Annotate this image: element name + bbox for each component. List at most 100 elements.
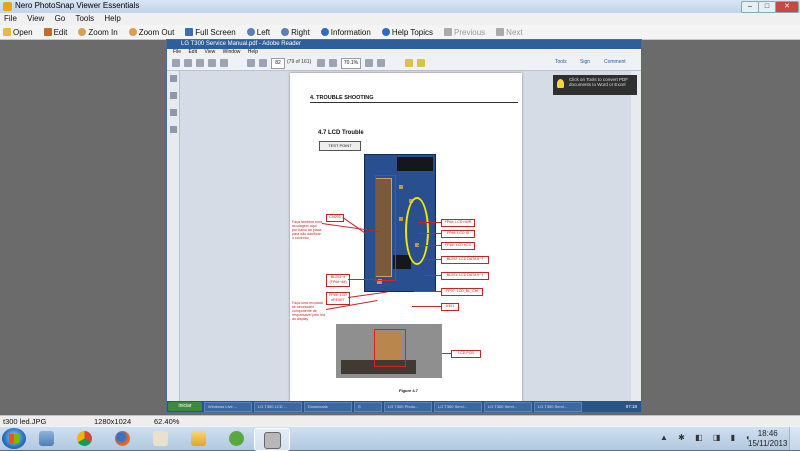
taskbar-app-photosnap[interactable] <box>254 428 290 451</box>
callout-fp-nreset: FP##: LCD nRESET <box>326 292 350 305</box>
zoom-in-button[interactable]: Zoom In <box>75 28 118 37</box>
reader-open-icon <box>172 59 180 67</box>
reader-menu-view: View <box>204 49 216 55</box>
callout-bl203: BL203~4 (FP##~##) <box>326 274 350 287</box>
photo-task: S <box>354 401 382 412</box>
taskbar-app-chrome[interactable] <box>68 428 102 449</box>
reader-toolbar: 82 (79 of 161) 70.1% Tools Sign Comment <box>167 56 641 71</box>
reader-fit-width-icon <box>377 59 385 67</box>
magnifier-minus-icon <box>128 28 137 36</box>
reader-navigation-pane <box>167 71 180 401</box>
edit-icon <box>43 28 52 36</box>
reader-page-count: (79 of 161) <box>287 59 312 65</box>
pdf-heading: 4. TROUBLE SHOOTING <box>310 95 374 101</box>
windows-taskbar: ▲ ✱ ◧ ◨ ▮ ◖ 18:46 15/11/2013 <box>0 426 800 451</box>
reader-menu-help: Help <box>247 49 259 55</box>
reader-zoom-box: 70.1% <box>341 58 361 69</box>
reader-sign-icon <box>417 59 425 67</box>
leader-line <box>424 275 441 276</box>
reader-save-icon <box>220 59 228 67</box>
firefox-icon <box>115 431 130 446</box>
reader-print-icon <box>196 59 204 67</box>
arrow-left-icon <box>444 28 453 36</box>
menu-tools[interactable]: Tools <box>71 13 98 24</box>
status-dimensions: 1280x1024 <box>94 417 132 426</box>
reader-tools-link: Tools <box>555 59 567 65</box>
connector-highlight-box <box>375 175 396 281</box>
zoom-out-button[interactable]: Zoom Out <box>126 28 174 37</box>
reader-menu: File Edit View Window Help <box>167 49 641 56</box>
full-screen-button[interactable]: Full Screen <box>182 27 236 37</box>
window-title: Nero PhotoSnap Viewer Essentials <box>15 1 140 10</box>
help-topics-button[interactable]: Help Topics <box>379 28 433 37</box>
leader-line <box>414 291 441 292</box>
rotate-left-button[interactable]: Left <box>244 28 270 37</box>
pdf-heading-rule <box>310 102 518 103</box>
taskbar-app-explorer[interactable] <box>182 428 216 449</box>
edit-button[interactable]: Edit <box>41 28 67 37</box>
menu-go[interactable]: Go <box>51 13 70 24</box>
pages-icon <box>169 75 177 82</box>
system-tray[interactable]: ▲ ✱ ◧ ◨ ▮ ◖ <box>660 433 754 442</box>
taskbar-app-utorrent[interactable] <box>220 428 254 449</box>
note-reglue-connector: Faça também uma recolagem aqui por baixo… <box>292 220 322 240</box>
callout-fp07: FP07: LCD_BL_Ctrl <box>441 288 483 296</box>
callout-fp-ncs: FP##: LCD nCS <box>441 242 475 250</box>
rotate-left-icon <box>246 28 255 36</box>
nero-app-icon <box>3 2 12 11</box>
rotate-right-icon <box>281 28 290 36</box>
clock-date: 15/11/2013 <box>748 439 788 448</box>
information-button[interactable]: Information <box>318 28 371 37</box>
close-button[interactable]: ✕ <box>775 1 799 13</box>
leader-line <box>424 259 441 260</box>
media-icon <box>153 431 168 446</box>
callout-lcd-pcb: LCD PCB <box>451 350 481 358</box>
reader-screenshot: LG T300 Service Manual.pdf - Adobe Reade… <box>166 39 642 430</box>
photo-task: LG T300 Photo... <box>384 401 432 412</box>
taskbar-clock[interactable]: 18:46 15/11/2013 <box>748 429 787 449</box>
menu-view[interactable]: View <box>23 13 48 24</box>
callout-u301: U301 <box>441 303 459 311</box>
open-label: Open <box>13 27 33 37</box>
photo-task: Downloads <box>304 401 352 412</box>
reader-create-icon <box>184 59 192 67</box>
leader-line <box>418 233 441 234</box>
test-point-label: TEST POINT <box>319 141 361 151</box>
photo-start-button: iniciar <box>168 402 202 411</box>
board-pad <box>399 217 403 221</box>
reader-menu-file: File <box>173 49 182 55</box>
taskbar-app-control-panel[interactable] <box>30 428 64 449</box>
information-label: Information <box>330 27 371 37</box>
folder-open-icon <box>3 28 11 36</box>
pdf-subheading: 4.7 LCD Trouble <box>318 130 364 136</box>
taskbar-app-media[interactable] <box>144 428 178 449</box>
show-desktop-button[interactable] <box>789 427 800 450</box>
next-button[interactable]: Next <box>493 28 523 37</box>
reader-email-icon <box>208 59 216 67</box>
open-button[interactable]: Open <box>0 28 33 37</box>
reader-title: LG T300 Service Manual.pdf - Adobe Reade… <box>181 41 301 47</box>
photosnap-icon <box>264 432 281 449</box>
pdf-page: 4. TROUBLE SHOOTING 4.7 LCD Trouble TEST… <box>290 73 522 430</box>
previous-label: Previous <box>454 27 486 37</box>
previous-button[interactable]: Previous <box>441 28 485 37</box>
bookmarks-icon <box>169 92 177 99</box>
control-panel-icon <box>39 431 54 446</box>
minimize-button[interactable]: – <box>741 1 759 13</box>
menu-file[interactable]: File <box>0 13 21 24</box>
leader-line <box>418 222 441 223</box>
callout-bl202: BL202: LCD DATA 8~7 <box>441 256 489 264</box>
full-screen-label: Full Screen <box>195 27 236 37</box>
photo-task: LG T300 Servi... <box>534 401 582 412</box>
menu-help[interactable]: Help <box>100 13 124 24</box>
reader-comment-link: Comment <box>604 59 626 65</box>
photo-task: LG T300 LCD ... <box>254 401 302 412</box>
main-toolbar: Open Edit Zoom In Zoom Out Full Screen L… <box>0 25 800 40</box>
maximize-button[interactable]: □ <box>758 1 776 13</box>
windows-logo-icon <box>9 434 19 443</box>
reader-scrollbar <box>631 71 641 401</box>
callout-cn203: CN203 <box>326 214 344 222</box>
taskbar-app-firefox[interactable] <box>106 428 140 449</box>
rotate-right-button[interactable]: Right <box>278 28 310 37</box>
start-button[interactable] <box>2 428 26 449</box>
